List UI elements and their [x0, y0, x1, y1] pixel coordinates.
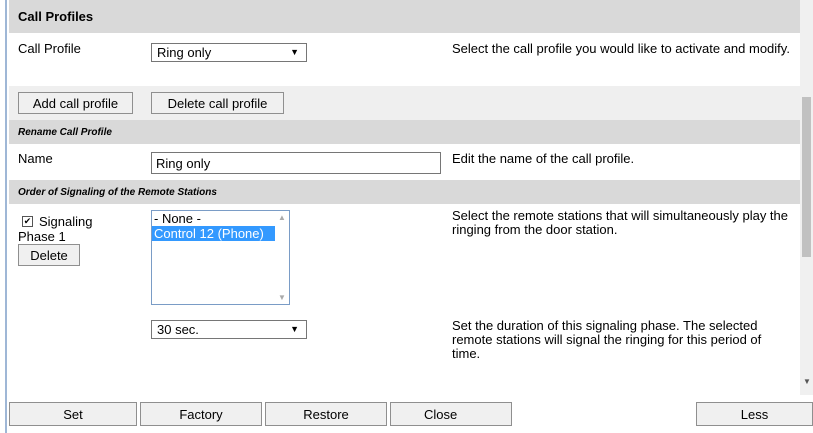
footer-toolbar: Set Factory Restore Close Less — [9, 402, 813, 433]
settings-panel: Call Profiles Call Profile Ring only ▼ S… — [9, 0, 800, 395]
scroll-up-icon[interactable]: ▲ — [278, 213, 286, 222]
call-profile-help: Select the call profile you would like t… — [452, 41, 790, 56]
restore-button[interactable]: Restore — [265, 402, 387, 426]
stations-help: Select the remote stations that will sim… — [452, 208, 789, 237]
listbox-scrollbar[interactable]: ▲ ▼ — [275, 211, 289, 304]
call-profile-row: Call Profile Ring only ▼ Select the call… — [9, 33, 800, 86]
call-profile-value: Ring only — [157, 45, 212, 60]
profile-name-input[interactable]: Ring only — [151, 152, 441, 174]
delete-phase-button[interactable]: Delete — [18, 244, 80, 266]
name-row: Name Ring only Edit the name of the call… — [9, 144, 800, 180]
duration-row: 30 sec. ▼ Set the duration of this signa… — [9, 313, 800, 394]
factory-button[interactable]: Factory — [140, 402, 262, 426]
duration-select[interactable]: 30 sec. ▼ — [151, 320, 307, 339]
name-label: Name — [18, 151, 53, 166]
less-button[interactable]: Less — [696, 402, 813, 426]
duration-help: Set the duration of this signaling phase… — [452, 318, 762, 361]
scroll-down-icon[interactable]: ▼ — [278, 293, 286, 302]
set-button[interactable]: Set — [9, 402, 137, 426]
profile-actions-row: Add call profile Delete call profile — [9, 86, 800, 120]
name-help: Edit the name of the call profile. — [452, 151, 635, 166]
call-profile-label: Call Profile — [18, 41, 81, 56]
delete-call-profile-button[interactable]: Delete call profile — [151, 92, 284, 114]
call-profile-select[interactable]: Ring only ▼ — [151, 43, 307, 62]
dropdown-arrow-icon: ▼ — [290, 324, 299, 334]
signaling-phase-checkbox[interactable]: ✔ — [22, 216, 33, 227]
page-scrollbar[interactable]: ▼ — [800, 0, 813, 395]
scrollbar-thumb[interactable] — [802, 97, 811, 257]
call-profiles-header: Call Profiles — [9, 0, 800, 33]
left-border — [5, 0, 7, 433]
close-button[interactable]: Close — [390, 402, 512, 426]
rename-header: Rename Call Profile — [9, 120, 800, 144]
add-call-profile-button[interactable]: Add call profile — [18, 92, 133, 114]
duration-value: 30 sec. — [157, 322, 199, 337]
phase-label: Phase 1 — [18, 229, 66, 244]
signaling-phase-row: ✔ Signaling Phase 1 Delete - None - Cont… — [9, 204, 800, 313]
station-option-control-12[interactable]: Control 12 (Phone) — [152, 226, 289, 241]
dropdown-arrow-icon: ▼ — [290, 47, 299, 57]
signaling-label: Signaling — [39, 214, 93, 229]
remote-stations-listbox[interactable]: - None - Control 12 (Phone) ▲ ▼ — [151, 210, 290, 305]
scroll-down-icon[interactable]: ▼ — [803, 377, 811, 386]
order-header: Order of Signaling of the Remote Station… — [9, 180, 800, 204]
station-option-none[interactable]: - None - — [152, 211, 289, 226]
